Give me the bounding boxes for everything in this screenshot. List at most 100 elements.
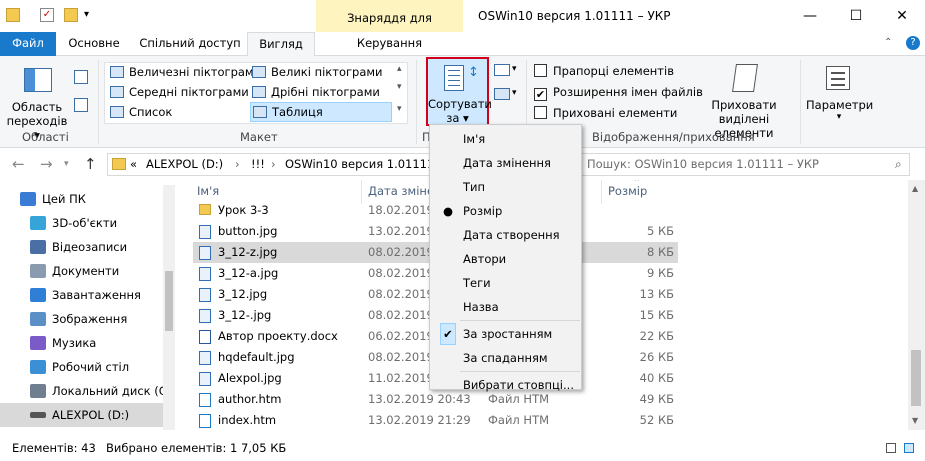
file-list-scrollbar[interactable]: ▲ ▼ bbox=[908, 180, 925, 430]
menu-item-choose-columns[interactable]: Вибрати стовпці... bbox=[430, 373, 581, 397]
sidebar-scrollbar[interactable] bbox=[163, 185, 175, 430]
tab-file[interactable]: Файл bbox=[0, 32, 56, 56]
file-extensions-checkbox[interactable]: ✔ bbox=[534, 88, 547, 101]
navigation-pane-button[interactable]: Область переходів ▾ bbox=[4, 60, 70, 142]
file-size: 13 КБ bbox=[639, 287, 674, 301]
table-row[interactable]: index.htm 13.02.2019 21:29 Файл HTM 52 КБ bbox=[193, 410, 678, 430]
picture-icon bbox=[30, 312, 46, 326]
up-icon[interactable]: ↑ bbox=[84, 155, 97, 173]
sidebar-scroll-thumb[interactable] bbox=[165, 271, 173, 331]
back-icon[interactable]: ← bbox=[12, 155, 25, 173]
tab-home[interactable]: Основне bbox=[58, 32, 130, 56]
tab-view[interactable]: Вигляд bbox=[247, 32, 315, 57]
layout-small-icons[interactable]: Дрібні піктограми bbox=[252, 83, 380, 101]
sort-by-button[interactable]: ↕ Сортувати за ▾ bbox=[426, 57, 492, 126]
menu-item-sort-0[interactable]: Ім'я bbox=[430, 127, 581, 151]
image-file-icon bbox=[199, 309, 211, 323]
file-extensions-toggle[interactable]: ✔ Розширення імен файлів bbox=[534, 83, 703, 101]
desktop-icon bbox=[30, 360, 46, 374]
sidebar-item-alexpol-d[interactable]: ALEXPOL (D:) bbox=[0, 403, 163, 427]
sidebar-item-this-pc[interactable]: Цей ПК bbox=[0, 187, 163, 211]
gallery-scroll-down-icon[interactable]: ▾ bbox=[397, 82, 402, 92]
file-list-scroll-thumb[interactable] bbox=[911, 350, 921, 406]
sidebar-item-videos[interactable]: Відеозаписи bbox=[0, 235, 163, 259]
menu-item-descending[interactable]: За спаданням bbox=[430, 346, 581, 370]
scroll-up-icon[interactable]: ▲ bbox=[912, 184, 918, 193]
file-size: 5 КБ bbox=[646, 224, 674, 238]
download-icon bbox=[30, 288, 46, 302]
window-title: OSWin10 версия 1.01111 – УКР bbox=[478, 9, 671, 23]
layout-large-icons[interactable]: Великі піктограми bbox=[252, 63, 383, 81]
properties-icon[interactable]: ✓ bbox=[40, 8, 54, 22]
item-checkboxes-checkbox[interactable] bbox=[534, 64, 547, 77]
preview-pane-icon[interactable] bbox=[74, 70, 88, 84]
gallery-scroll-up-icon[interactable]: ▴ bbox=[397, 64, 402, 74]
forward-icon[interactable]: → bbox=[40, 155, 53, 173]
close-button[interactable]: ✕ bbox=[879, 0, 925, 32]
cube-icon bbox=[30, 216, 46, 230]
ribbon-tabs: Файл Основне Спільний доступ Вигляд Керу… bbox=[0, 32, 925, 57]
details-pane-icon[interactable] bbox=[74, 98, 88, 112]
gallery-expand-icon[interactable]: ▾ bbox=[397, 104, 402, 114]
quick-access-dropdown-icon[interactable]: ▾ bbox=[84, 8, 98, 22]
layout-medium-icons[interactable]: Середні піктограми bbox=[110, 83, 249, 101]
collapse-ribbon-icon[interactable]: ⌃ bbox=[884, 37, 892, 48]
edge-file-icon bbox=[199, 393, 211, 407]
folder-icon bbox=[112, 158, 126, 170]
group-label-layout: Макет bbox=[240, 130, 278, 144]
large-icons-view-icon[interactable] bbox=[904, 443, 914, 453]
layout-list[interactable]: Список bbox=[110, 103, 172, 121]
group-by-icon[interactable] bbox=[494, 64, 510, 76]
file-name: hqdefault.jpg bbox=[218, 350, 295, 364]
drive-icon bbox=[30, 384, 46, 398]
breadcrumb-drive[interactable]: ALEXPOL (D:) bbox=[146, 154, 223, 175]
item-checkboxes-toggle[interactable]: Прапорці елементів bbox=[534, 62, 674, 80]
search-input[interactable]: Пошук: OSWin10 версия 1.01111 – УКР bbox=[580, 153, 910, 176]
menu-separator bbox=[460, 320, 580, 321]
menu-item-sort-1[interactable]: Дата змінення bbox=[430, 151, 581, 175]
help-icon[interactable]: ? bbox=[906, 36, 920, 50]
hidden-items-toggle[interactable]: Приховані елементи bbox=[534, 104, 677, 122]
sidebar-item-music[interactable]: Музика bbox=[0, 331, 163, 355]
navigation-pane-icon bbox=[24, 68, 52, 92]
menu-item-sort-3[interactable]: ● Розмір bbox=[430, 199, 581, 223]
sidebar-item-pictures[interactable]: Зображення bbox=[0, 307, 163, 331]
options-button[interactable]: Параметри ▾ bbox=[806, 60, 873, 126]
sort-icon bbox=[444, 65, 464, 91]
add-columns-icon[interactable] bbox=[494, 88, 510, 100]
scroll-down-icon[interactable]: ▼ bbox=[912, 416, 918, 425]
layout-extra-large-icons[interactable]: Величезні піктограми bbox=[110, 63, 261, 81]
sidebar-item-documents[interactable]: Документи bbox=[0, 259, 163, 283]
menu-item-sort-2[interactable]: Тип bbox=[430, 175, 581, 199]
column-header-name[interactable]: Ім'я bbox=[197, 184, 219, 198]
sidebar-item-local-disk-c[interactable]: Локальний диск (C: bbox=[0, 379, 171, 403]
breadcrumb-folder[interactable]: !!! bbox=[251, 154, 265, 175]
layout-details[interactable]: Таблиця bbox=[250, 102, 392, 122]
menu-item-ascending[interactable]: ✔ За зростанням bbox=[430, 322, 581, 346]
tab-share[interactable]: Спільний доступ bbox=[134, 32, 246, 56]
new-folder-icon[interactable] bbox=[64, 8, 78, 22]
minimize-button[interactable]: — bbox=[787, 0, 833, 32]
image-file-icon bbox=[199, 288, 211, 302]
tab-manage[interactable]: Керування bbox=[316, 32, 463, 56]
column-header-size[interactable]: Розмір bbox=[608, 184, 647, 198]
menu-item-sort-4[interactable]: Дата створення bbox=[430, 223, 581, 247]
sidebar-item-downloads[interactable]: Завантаження bbox=[0, 283, 163, 307]
sort-ascending-icon: ⌃ bbox=[633, 180, 641, 188]
menu-item-sort-6[interactable]: Теги bbox=[430, 271, 581, 295]
sidebar-item-desktop[interactable]: Робочий стіл bbox=[0, 355, 163, 379]
file-size: 9 КБ bbox=[646, 266, 674, 280]
maximize-button[interactable]: ☐ bbox=[833, 0, 879, 32]
hide-selected-icon bbox=[732, 64, 758, 92]
details-view-icon[interactable] bbox=[886, 443, 896, 453]
menu-separator bbox=[460, 371, 580, 372]
item-count: Елементів: 43 bbox=[12, 441, 96, 455]
hide-selected-items-button[interactable]: Приховати виділені елементи bbox=[700, 60, 788, 140]
file-name: 3_12-a.jpg bbox=[218, 266, 279, 280]
recent-locations-icon[interactable]: ▾ bbox=[64, 159, 69, 169]
menu-item-sort-5[interactable]: Автори bbox=[430, 247, 581, 271]
group-label-show-hide: Відображення/приховання bbox=[592, 130, 755, 144]
hidden-items-checkbox[interactable] bbox=[534, 106, 547, 119]
menu-item-sort-7[interactable]: Назва bbox=[430, 295, 581, 319]
sidebar-item-3d-objects[interactable]: 3D-об'єкти bbox=[0, 211, 163, 235]
